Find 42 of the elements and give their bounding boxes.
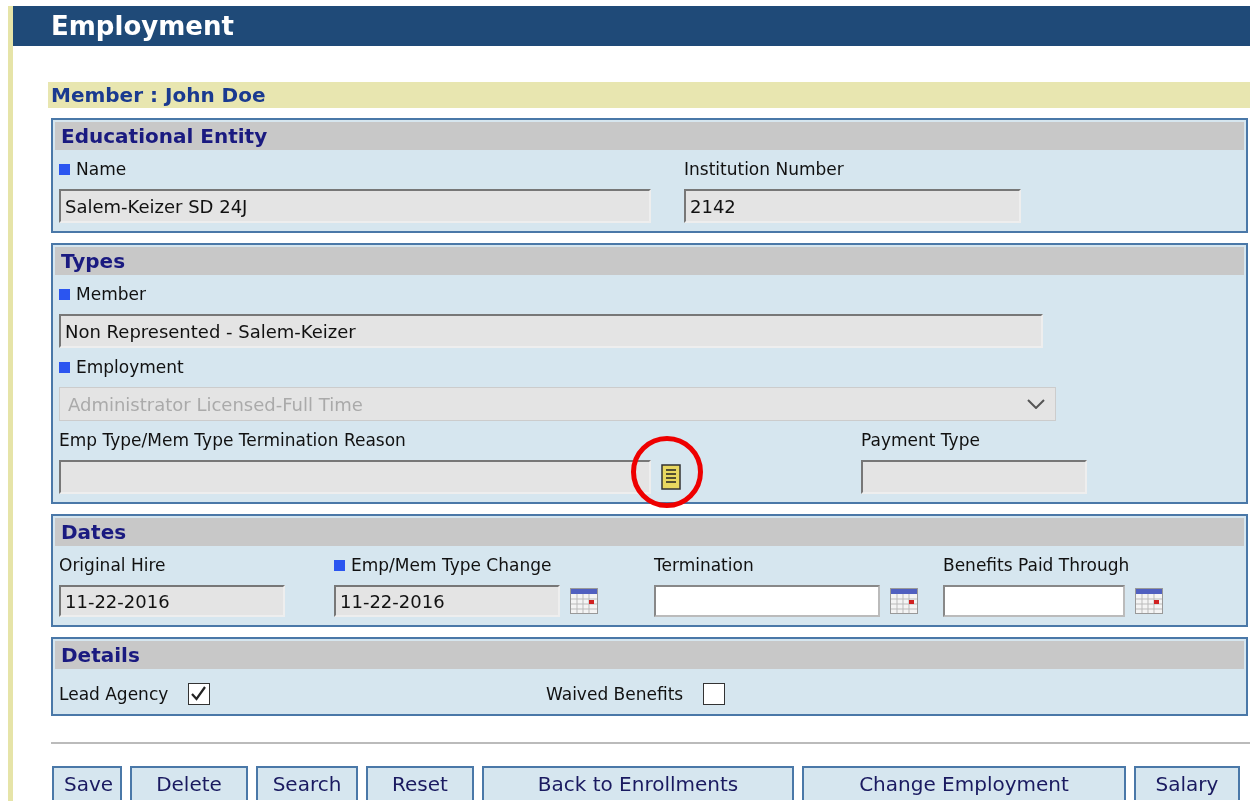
checkbox-label: Waived Benefits: [546, 683, 684, 706]
field-label: Payment Type: [861, 429, 980, 452]
section-title: Types: [55, 247, 1244, 275]
calendar-icon[interactable]: [570, 588, 598, 614]
text-field[interactable]: Salem-Keizer SD 24J: [59, 189, 651, 223]
form-button[interactable]: Salary: [1134, 766, 1240, 800]
field-label: Termination: [654, 554, 754, 577]
checkbox-label: Lead Agency: [59, 683, 169, 706]
text-field[interactable]: Non Represented - Salem-Keizer: [59, 314, 1043, 348]
checkbox[interactable]: [703, 683, 726, 705]
date-field[interactable]: [943, 585, 1125, 617]
field-label: Name: [76, 158, 127, 181]
field-label: Employment: [76, 356, 184, 379]
form-button[interactable]: Delete: [130, 766, 248, 800]
checkbox[interactable]: [188, 683, 211, 705]
member-label: Member : John Doe: [48, 82, 1250, 108]
date-field[interactable]: [654, 585, 880, 617]
calendar-icon[interactable]: [1135, 588, 1163, 614]
calendar-icon[interactable]: [890, 588, 918, 614]
check-icon: [189, 684, 209, 703]
section-title: Educational Entity: [55, 122, 1244, 150]
form-button[interactable]: Change Employment: [802, 766, 1126, 800]
text-field[interactable]: [59, 460, 651, 494]
text-field[interactable]: 11-22-2016: [59, 585, 285, 617]
section-title: Dates: [55, 518, 1244, 546]
field-label: Original Hire: [59, 554, 166, 577]
field-label: Member: [76, 283, 146, 306]
chevron-down-icon: [1027, 399, 1045, 409]
date-field[interactable]: 11-22-2016: [334, 585, 560, 617]
form-button[interactable]: Save: [52, 766, 122, 800]
field-label: Emp Type/Mem Type Termination Reason: [59, 429, 406, 452]
page-title: Employment: [51, 11, 234, 41]
form-button[interactable]: Reset: [366, 766, 474, 800]
form-button[interactable]: Back to Enrollments: [482, 766, 794, 800]
form-button[interactable]: Search: [256, 766, 358, 800]
field-label: Institution Number: [684, 158, 844, 181]
text-field[interactable]: 2142: [684, 189, 1021, 223]
section-title: Details: [55, 641, 1244, 669]
text-field[interactable]: [861, 460, 1087, 494]
document-icon[interactable]: [661, 464, 681, 490]
field-label: Emp/Mem Type Change: [351, 554, 552, 577]
field-label: Benefits Paid Through: [943, 554, 1130, 577]
